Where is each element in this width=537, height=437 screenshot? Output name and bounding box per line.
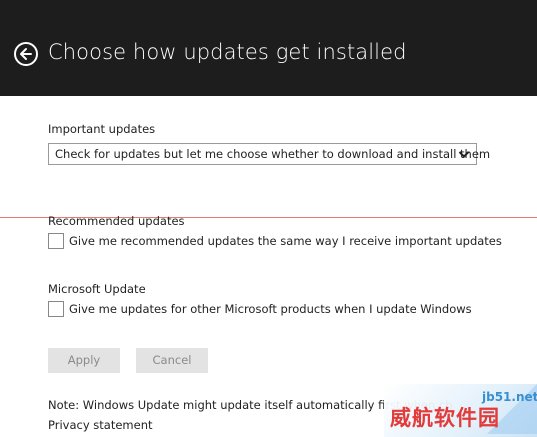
back-arrow-icon (20, 48, 32, 60)
chevron-down-icon (458, 151, 470, 158)
recommended-updates-checkbox-label: Give me recommended updates the same way… (69, 234, 502, 248)
watermark-logo: jb51.net 威航软件园 (384, 384, 537, 437)
recommended-updates-checkbox[interactable] (48, 233, 64, 249)
apply-button[interactable]: Apply (48, 348, 120, 373)
watermark-text: 威航软件园 (390, 406, 500, 430)
privacy-statement-link[interactable]: Privacy statement (48, 418, 153, 432)
important-updates-selected-value: Check for updates but let me choose whet… (55, 147, 491, 161)
microsoft-update-label: Microsoft Update (48, 282, 146, 296)
recommended-updates-label: Recommended updates (48, 214, 185, 228)
microsoft-update-checkbox-label: Give me updates for other Microsoft prod… (69, 302, 472, 316)
important-updates-label: Important updates (48, 122, 156, 136)
header-bar: Choose how updates get installed (0, 0, 537, 96)
important-updates-select[interactable]: Check for updates but let me choose whet… (48, 143, 490, 165)
microsoft-update-checkbox[interactable] (48, 301, 64, 317)
cancel-button[interactable]: Cancel (136, 348, 208, 373)
page-title: Choose how updates get installed (48, 40, 407, 64)
back-button[interactable] (14, 42, 38, 66)
